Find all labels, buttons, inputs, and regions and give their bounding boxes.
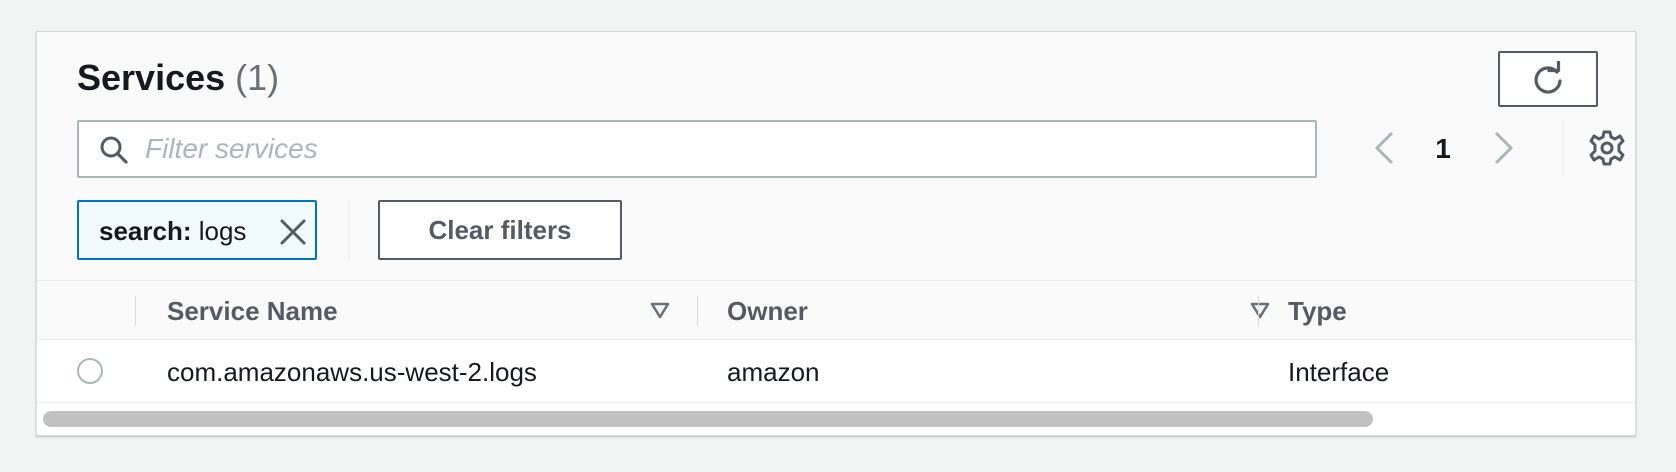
column-separator — [135, 296, 136, 326]
cell-service-name: com.amazonaws.us-west-2.logs — [167, 357, 537, 387]
search-field[interactable] — [77, 120, 1317, 178]
caret-down-icon[interactable] — [649, 299, 671, 321]
panel-header: Services (1) 1 — [37, 32, 1635, 281]
refresh-icon — [1534, 61, 1562, 94]
close-icon[interactable] — [275, 214, 311, 250]
cell-type: Interface — [1288, 357, 1390, 387]
chevron-left-icon[interactable] — [1365, 128, 1405, 168]
filter-token-key: search: — [99, 216, 192, 246]
clear-filters-button[interactable]: Clear filters — [378, 200, 622, 260]
table-row[interactable]: com.amazonaws.us-west-2.logs amazon Inte… — [37, 340, 1635, 403]
table-header: Service Name Owner Type — [37, 281, 1635, 340]
search-input[interactable] — [145, 126, 1295, 172]
column-separator — [1258, 296, 1259, 326]
pager-divider — [1563, 120, 1564, 176]
scrollbar-thumb[interactable] — [43, 411, 1373, 427]
cell-owner: amazon — [727, 357, 820, 387]
column-header-type[interactable]: Type — [1288, 293, 1347, 329]
column-separator — [697, 296, 698, 326]
column-header-owner[interactable]: Owner — [727, 293, 808, 329]
filter-token: search: logs — [77, 200, 317, 260]
title-text: Services — [77, 57, 226, 98]
filter-token-value: logs — [198, 216, 247, 246]
page-number[interactable]: 1 — [1423, 129, 1463, 169]
filters-divider — [348, 200, 349, 260]
row-select-radio[interactable] — [77, 358, 103, 384]
filter-token-label: search: logs — [99, 214, 246, 248]
title-count: (1) — [235, 57, 280, 98]
page-title: Services (1) — [77, 54, 279, 102]
chevron-right-icon[interactable] — [1483, 128, 1523, 168]
refresh-button[interactable] — [1498, 51, 1598, 107]
search-icon — [100, 136, 128, 164]
column-header-service-name[interactable]: Service Name — [167, 293, 338, 329]
caret-down-icon[interactable] — [1249, 299, 1271, 321]
gear-icon[interactable] — [1587, 128, 1627, 168]
horizontal-scrollbar[interactable] — [37, 403, 1635, 435]
services-panel: Services (1) 1 — [36, 31, 1636, 436]
